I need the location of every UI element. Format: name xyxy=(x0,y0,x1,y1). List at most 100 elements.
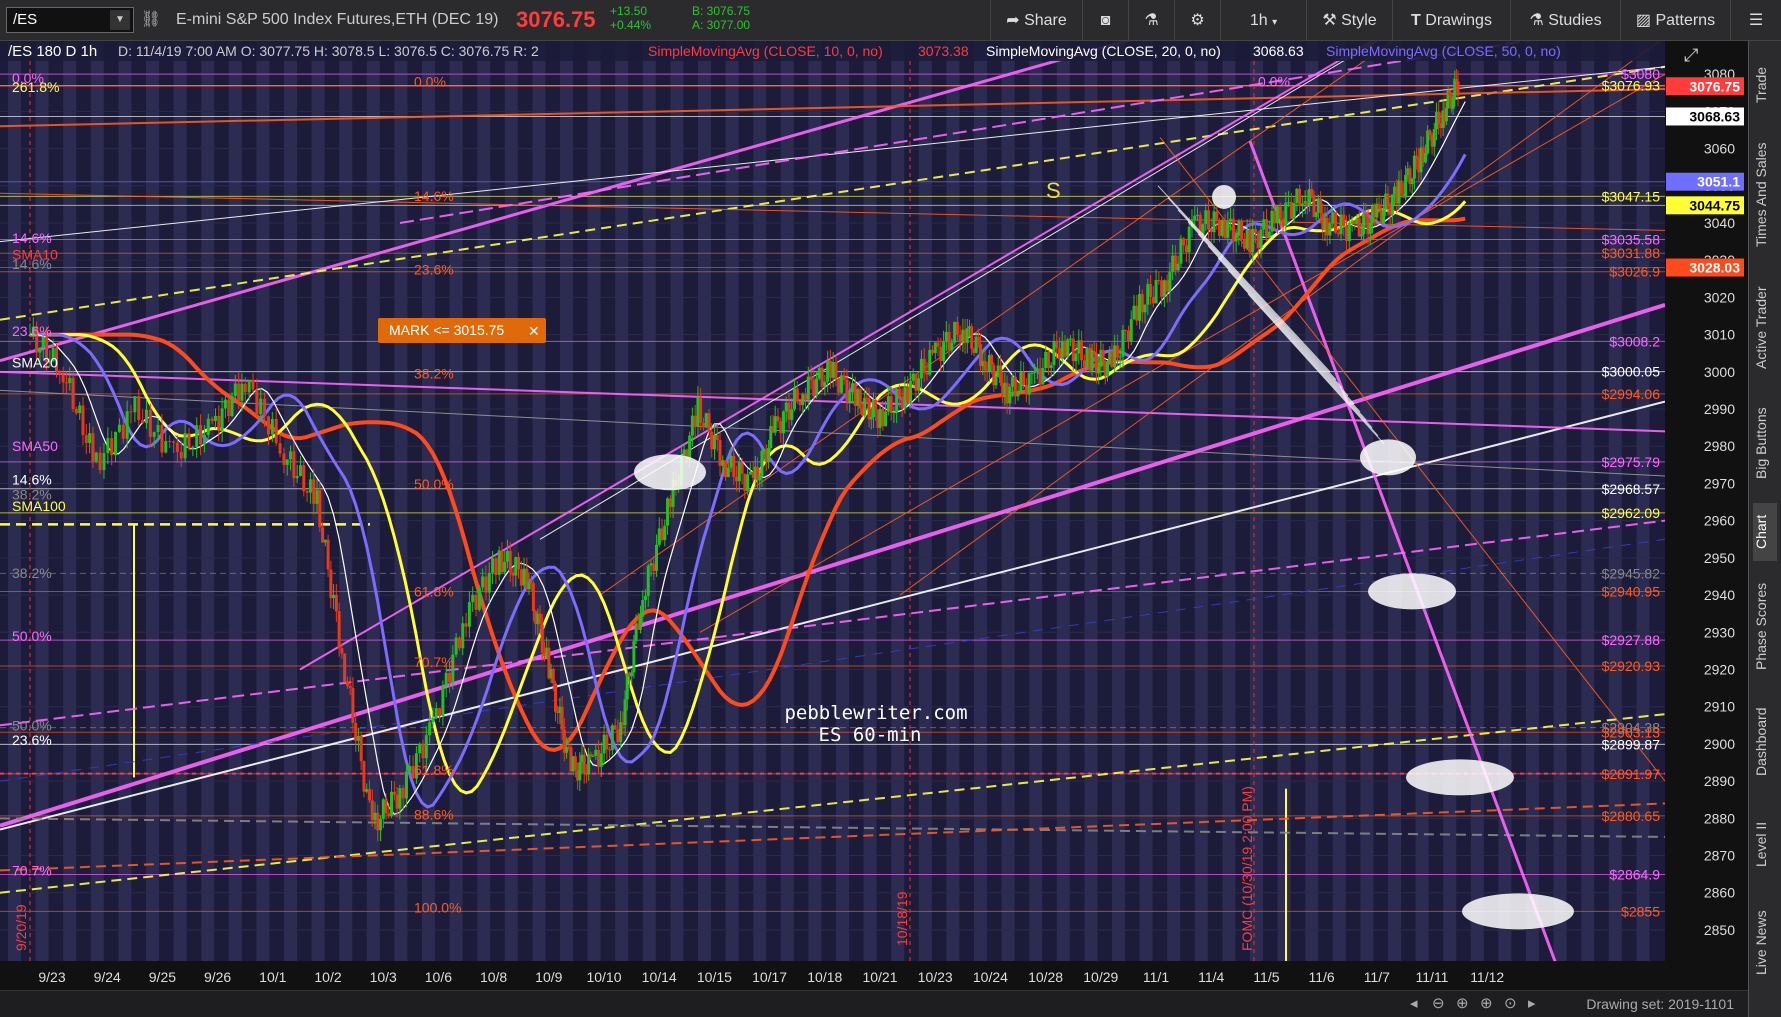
candle-body xyxy=(735,476,739,482)
session-band xyxy=(1526,41,1539,961)
candle-body xyxy=(1195,214,1199,216)
time-tick-label: 9/26 xyxy=(204,969,231,985)
candle-body xyxy=(251,379,255,390)
candle-body xyxy=(508,550,512,573)
candle-body xyxy=(1234,235,1238,242)
candle-body xyxy=(441,686,445,717)
sidebar-tab-times-and-sales[interactable]: Times And Sales xyxy=(1753,127,1777,262)
time-tick-label: 10/6 xyxy=(425,969,452,985)
drawings-label: Drawings xyxy=(1425,12,1492,29)
sidebar-tab-big-buttons[interactable]: Big Buttons xyxy=(1753,393,1777,493)
candle-body xyxy=(1336,232,1340,235)
session-band xyxy=(1305,41,1319,961)
sidebar-tab-dashboard[interactable]: Dashboard xyxy=(1753,693,1777,791)
chevron-down-icon[interactable]: ▼ xyxy=(110,10,130,30)
link-icon[interactable]: ⛓ xyxy=(140,9,162,31)
sma10-value: 3073.38 xyxy=(918,43,969,59)
sidebar-tab-chart[interactable]: Chart xyxy=(1753,503,1777,561)
candle-body xyxy=(726,467,730,478)
sidebar-tab-trade[interactable]: Trade xyxy=(1753,55,1777,115)
candle-body xyxy=(737,462,741,482)
candle-body xyxy=(641,600,645,617)
candle-body xyxy=(329,569,333,599)
scroll-left-icon[interactable]: ◂ xyxy=(1410,994,1418,1012)
share-label: Share xyxy=(1024,12,1067,29)
session-band xyxy=(698,41,711,961)
candle-body xyxy=(690,415,694,436)
candle-body xyxy=(1226,221,1230,238)
candle-body xyxy=(931,349,935,353)
candle-body xyxy=(911,373,915,381)
target-ellipse xyxy=(1360,439,1416,476)
price-tick-label: 3020 xyxy=(1704,289,1735,305)
ask-value: A: 3077.00 xyxy=(692,18,751,32)
candle-body xyxy=(1046,351,1050,369)
flask-button[interactable]: ⚗ xyxy=(1128,0,1174,41)
candle-body xyxy=(936,342,940,347)
candle-body xyxy=(1386,193,1390,207)
candle-body xyxy=(1149,284,1153,297)
candle-body xyxy=(1262,219,1266,230)
candle-body xyxy=(1404,174,1408,198)
mark-tag[interactable]: MARK <= 3015.75 ✕ xyxy=(378,318,546,343)
settings-button[interactable]: ⚙ xyxy=(1174,0,1220,41)
sidebar-tab-active-trader[interactable]: Active Trader xyxy=(1753,273,1777,383)
candle-body xyxy=(464,623,468,627)
candle-body xyxy=(434,708,438,718)
price-chart[interactable]: 0.0% 0.0% 0.0%261.8%14.6%14.6%SMA1014.6% 23… xyxy=(0,41,1748,1017)
candle-body xyxy=(477,587,481,610)
candle-body xyxy=(467,602,471,627)
drawings-button[interactable]: T Drawings xyxy=(1392,0,1510,41)
studies-button[interactable]: ⚗ Studies xyxy=(1510,0,1620,41)
candle-body xyxy=(237,383,241,401)
candle-body xyxy=(213,415,217,421)
zoom-icon[interactable]: ⤢ xyxy=(1684,45,1699,66)
candle-body xyxy=(538,613,542,625)
price-tick-label: 2960 xyxy=(1704,513,1735,529)
fib-label: 23.6% xyxy=(12,732,52,748)
menu-button[interactable]: ☰ xyxy=(1730,0,1781,41)
sidebar-tab-phase-scores[interactable]: Phase Scores xyxy=(1753,571,1777,681)
candle-body xyxy=(345,681,349,686)
interval-button[interactable]: 1h ▾ xyxy=(1220,0,1306,41)
price-level-label: $2855 xyxy=(1621,903,1660,919)
candle-body xyxy=(922,358,926,373)
price-level-label: $3000.05 xyxy=(1602,364,1661,380)
candle-body xyxy=(1013,376,1017,397)
scroll-right-icon[interactable]: ▸ xyxy=(1528,994,1536,1012)
candle-body xyxy=(1251,229,1255,253)
candle-body xyxy=(953,322,957,343)
zoom-reset-icon[interactable]: ⊙ xyxy=(1504,994,1517,1012)
candle-body xyxy=(613,725,617,730)
candle-body xyxy=(1176,263,1180,271)
candle-body xyxy=(392,791,396,795)
candle-body xyxy=(594,749,598,756)
candle-body xyxy=(278,443,282,454)
sidebar-tab-live-news[interactable]: Live News xyxy=(1753,897,1777,989)
price-level-label: $3047.15 xyxy=(1602,188,1661,204)
candle-body xyxy=(348,685,352,689)
zoom-out-icon[interactable]: ⊖ xyxy=(1432,994,1445,1012)
close-icon[interactable]: ✕ xyxy=(528,324,540,340)
share-button[interactable]: ➦ Share xyxy=(990,0,1082,41)
candle-body xyxy=(1115,345,1119,358)
time-tick-label: 10/18 xyxy=(807,969,842,985)
zoom-in-icon[interactable]: ⊕ xyxy=(1480,994,1493,1012)
time-tick-label: 10/23 xyxy=(918,969,953,985)
candle-body xyxy=(1011,376,1015,387)
candle-body xyxy=(337,611,341,649)
candle-body xyxy=(408,765,412,772)
session-band xyxy=(1360,41,1374,961)
patterns-button[interactable]: ▨ Patterns xyxy=(1620,0,1730,41)
symbol-selector[interactable]: /ES ▼ xyxy=(6,7,134,33)
session-band xyxy=(228,41,242,961)
camera-button[interactable]: ◙ xyxy=(1082,0,1128,41)
candle-body xyxy=(1399,180,1403,194)
crosshair-icon[interactable]: ⊕ xyxy=(1456,994,1469,1012)
candle-body xyxy=(387,813,391,817)
sidebar-tab-level-ii[interactable]: Level II xyxy=(1753,803,1777,885)
candle-body xyxy=(312,479,316,504)
candle-body xyxy=(517,557,521,570)
candle-body xyxy=(1428,130,1432,136)
style-button[interactable]: ⚒ Style xyxy=(1306,0,1392,41)
